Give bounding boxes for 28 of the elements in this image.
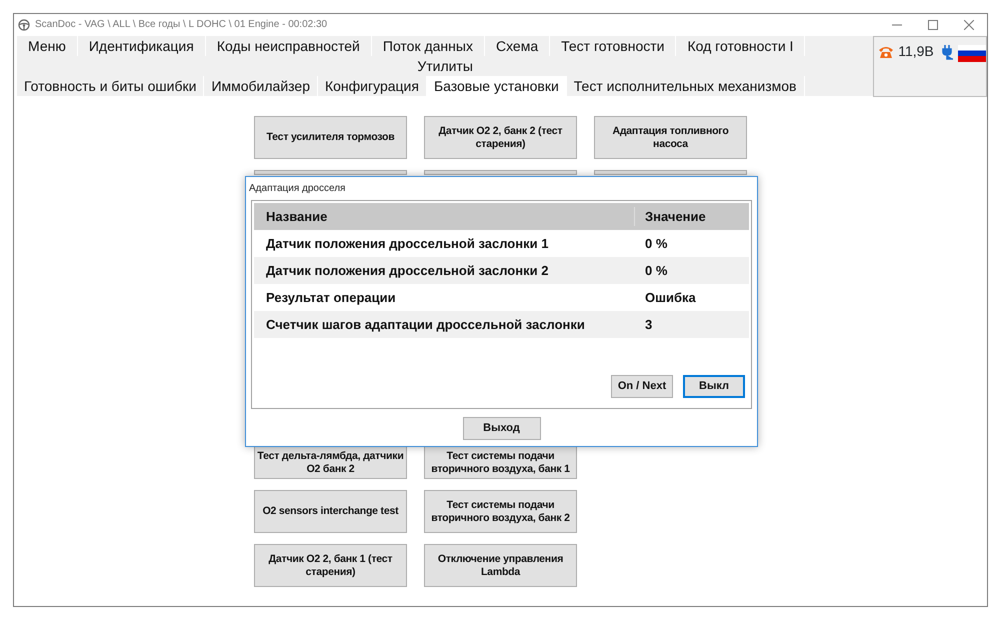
tool-button[interactable]: O2 sensors interchange test	[254, 490, 407, 533]
table-cell-text: Счетчик шагов адаптации дроссельной заслонки	[265, 316, 586, 334]
tool-button[interactable]: Тест системы подачи вторичного воздуха, банк 1	[424, 447, 577, 479]
tool-button[interactable]: Тест дельта-лямбда, датчики O2 банк 2	[254, 447, 407, 479]
tab[interactable]: Базовые установки	[426, 76, 567, 96]
tool-button[interactable]: Адаптация топливного насоса	[594, 116, 747, 159]
table-cell-text: 3	[644, 316, 652, 334]
menu-item[interactable]: Утилиты	[417, 56, 473, 76]
table-cell-text: Ошибка	[644, 288, 696, 307]
tool-button[interactable]: Датчик O2 2, банк 2 (тест старения)	[424, 116, 577, 159]
tool-button[interactable]: Тест системы подачи вторичного воздуха, банк 2	[424, 490, 577, 533]
table-cell-text: Результат операции	[265, 288, 397, 307]
column-header: Значение	[644, 208, 706, 226]
window-title: ScanDoc - VAG \ ALL \ Все годы \ L DOHC \ 01 Engine - 00:02:30	[35, 18, 328, 32]
column-header: Название	[254, 206, 635, 226]
exit-button[interactable]: Выход	[462, 417, 540, 440]
dialog-button[interactable]: Выкл	[683, 375, 745, 398]
steering-wheel-icon	[18, 18, 30, 30]
tool-button[interactable]: Тест усилителя тормозов	[254, 116, 407, 159]
table-cell-text: 0 %	[644, 262, 668, 280]
voltage-text: 11,9В	[898, 42, 934, 61]
table-cell-text: Датчик положения дроссельной заслонки 1	[265, 234, 550, 253]
tool-button[interactable]: Датчик O2 2, банк 1 (тест старения)	[254, 544, 407, 587]
table-cell-text: 0 %	[644, 234, 668, 253]
table-cell-text: Датчик положения дроссельной заслонки 2	[265, 262, 550, 280]
dialog-button[interactable]: On / Next	[611, 375, 673, 398]
dialog-title: Адаптация дросселя	[249, 182, 346, 196]
tool-button[interactable]: Отключение управления Lambda	[424, 544, 577, 587]
